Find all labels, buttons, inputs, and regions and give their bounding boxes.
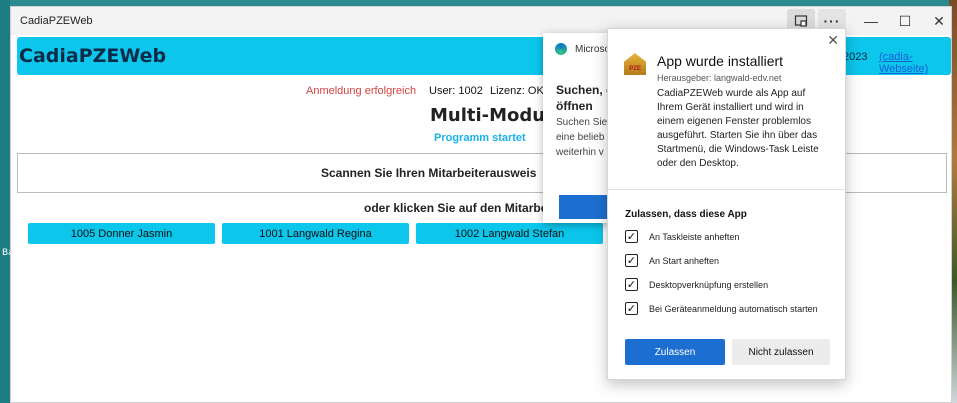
option-label: Bei Geräteanmeldung automatisch starten [649,303,818,314]
website-link[interactable]: (cadia-Webseite) [879,51,951,75]
allow-heading: Zulassen, dass diese App [625,209,747,220]
option-pin-start[interactable]: ✓ An Start anheften [625,254,719,267]
close-icon[interactable]: ✕ [827,32,839,49]
app-logo-label: PZE [629,66,641,72]
window-title: CadiaPZEWeb [20,15,93,27]
close-window-button[interactable]: ✕ [925,9,953,33]
allow-button[interactable]: Zulassen [625,339,725,365]
edge-brand-label: Microso [575,44,611,55]
option-desktop-shortcut[interactable]: ✓ Desktopverknüpfung erstellen [625,278,768,291]
popup-publisher: Herausgeber: langwald-edv.net [657,73,782,83]
employee-button[interactable]: 1002 Langwald Stefan [416,223,603,244]
employee-button[interactable]: 1001 Langwald Regina [222,223,409,244]
scan-prompt: Scannen Sie Ihren Mitarbeiterausweis [321,166,537,180]
option-label: An Start anheften [649,255,720,266]
mode-title: Multi-Modus [430,105,556,126]
user-info: User: 1002 [429,85,483,97]
maximize-button[interactable]: ☐ [891,9,919,33]
copyright-year: 2023 [843,51,868,63]
divider [608,189,845,190]
option-label: An Taskleiste anheften [649,231,740,242]
option-label: Desktopverknüpfung erstellen [649,279,769,290]
program-status: Programm startet [434,132,526,144]
license-status: Lizenz: OK [490,85,544,97]
checkbox-checked-icon[interactable]: ✓ [625,230,638,243]
popup-title: App wurde installiert [657,53,784,69]
minimize-button[interactable]: — [857,9,885,33]
option-auto-start[interactable]: ✓ Bei Geräteanmeldung automatisch starte… [625,302,818,315]
click-prompt: oder klicken Sie auf den Mitarbei [364,201,551,215]
edge-logo-icon [555,43,567,55]
popup-description: CadiaPZEWeb wurde als App auf Ihrem Gerä… [657,88,819,169]
checkbox-checked-icon[interactable]: ✓ [625,254,638,267]
deny-button[interactable]: Nicht zulassen [732,339,830,365]
app-installed-popup: ✕ PZE App wurde installiert Herausgeber:… [607,28,846,380]
employee-button[interactable]: 1005 Donner Jasmin [28,223,215,244]
checkbox-checked-icon[interactable]: ✓ [625,278,638,291]
desktop-left-edge: Ba [0,0,14,403]
login-status: Anmeldung erfolgreich [306,85,417,97]
app-brand: CadiaPZEWeb [19,45,167,67]
option-pin-taskbar[interactable]: ✓ An Taskleiste anheften [625,230,739,243]
checkbox-checked-icon[interactable]: ✓ [625,302,638,315]
